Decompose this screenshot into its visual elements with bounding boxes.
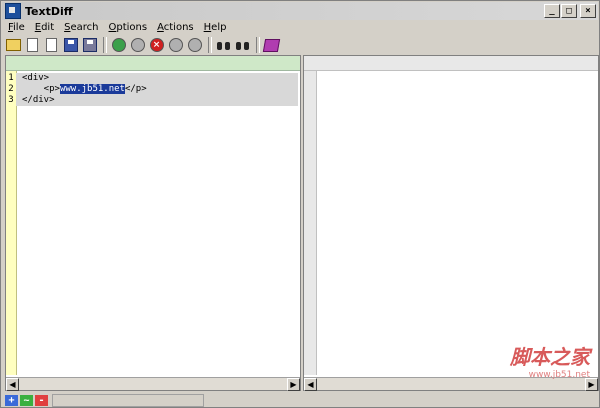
app-icon: [5, 3, 21, 19]
watermark: 脚本之家 www.jb51.net: [510, 341, 590, 380]
minimize-button[interactable]: _: [544, 4, 560, 18]
left-text-pane[interactable]: 1 <div> 2 <p>www.jb51.net</p> 3 </div> ◀…: [5, 55, 301, 391]
line-number: 2: [8, 84, 14, 94]
scroll-right-button[interactable]: ▶: [287, 378, 300, 391]
menu-help[interactable]: Help: [199, 21, 232, 35]
help-book-icon[interactable]: [262, 37, 281, 53]
menu-edit[interactable]: Edit: [30, 21, 59, 35]
toolbar-separator: [103, 37, 107, 53]
doc-icon[interactable]: [43, 37, 60, 53]
right-line-gutter: [304, 71, 317, 375]
deleted-legend: -: [35, 394, 48, 406]
line-text: <div>: [16, 73, 298, 84]
save-icon[interactable]: [62, 37, 79, 53]
save-as-icon[interactable]: [81, 37, 98, 53]
scroll-left-button[interactable]: ◀: [6, 378, 19, 391]
changed-legend: ~: [20, 394, 33, 406]
maximize-button[interactable]: □: [561, 4, 577, 18]
code-line: 1 <div>: [6, 73, 298, 84]
added-legend: +: [5, 394, 18, 406]
line-text: <p>www.jb51.net</p>: [16, 84, 298, 95]
left-code-area[interactable]: 1 <div> 2 <p>www.jb51.net</p> 3 </div>: [6, 73, 298, 106]
app-window: TextDiff _ □ × File Edit Search Options …: [0, 0, 600, 408]
code-line: 3 </div>: [6, 95, 298, 106]
toolbar-separator: [208, 37, 212, 53]
new-doc-icon[interactable]: [24, 37, 41, 53]
left-line-gutter: [6, 71, 17, 375]
menu-search[interactable]: Search: [59, 21, 103, 35]
left-pane-header: [6, 56, 300, 71]
code-line: 2 <p>www.jb51.net</p>: [6, 84, 298, 95]
status-panel: [52, 393, 204, 407]
menu-file[interactable]: File: [3, 21, 30, 35]
left-horizontal-scrollbar[interactable]: ◀ ▶: [6, 377, 300, 391]
line-number: 3: [8, 95, 14, 105]
open-folder-icon[interactable]: [5, 37, 22, 53]
selected-text[interactable]: www.jb51.net: [59, 84, 125, 94]
menu-bar: File Edit Search Options Actions Help: [3, 21, 231, 35]
line-text: </div>: [16, 95, 298, 106]
menu-options[interactable]: Options: [104, 21, 153, 35]
watermark-url: www.jb51.net: [528, 370, 590, 380]
stop-icon[interactable]: [129, 37, 146, 53]
find-icon[interactable]: [215, 37, 232, 53]
find-next-icon[interactable]: [234, 37, 251, 53]
right-text-pane[interactable]: ◀ ▶ 脚本之家 www.jb51.net: [303, 55, 599, 391]
right-pane-header: [304, 56, 598, 71]
window-title: TextDiff: [25, 4, 73, 18]
scroll-left-button[interactable]: ◀: [304, 378, 317, 391]
title-bar: TextDiff _ □ ×: [2, 2, 598, 20]
next-icon[interactable]: [186, 37, 203, 53]
status-bar: + ~ -: [3, 393, 599, 407]
cancel-icon[interactable]: ×: [148, 37, 165, 53]
refresh-icon[interactable]: [110, 37, 127, 53]
prev-icon[interactable]: [167, 37, 184, 53]
toolbar-separator: [256, 37, 260, 53]
toolbar: ×: [5, 36, 282, 54]
line-number: 1: [8, 73, 14, 83]
close-button[interactable]: ×: [580, 4, 596, 18]
watermark-name: 脚本之家: [510, 345, 590, 369]
menu-actions[interactable]: Actions: [152, 21, 199, 35]
